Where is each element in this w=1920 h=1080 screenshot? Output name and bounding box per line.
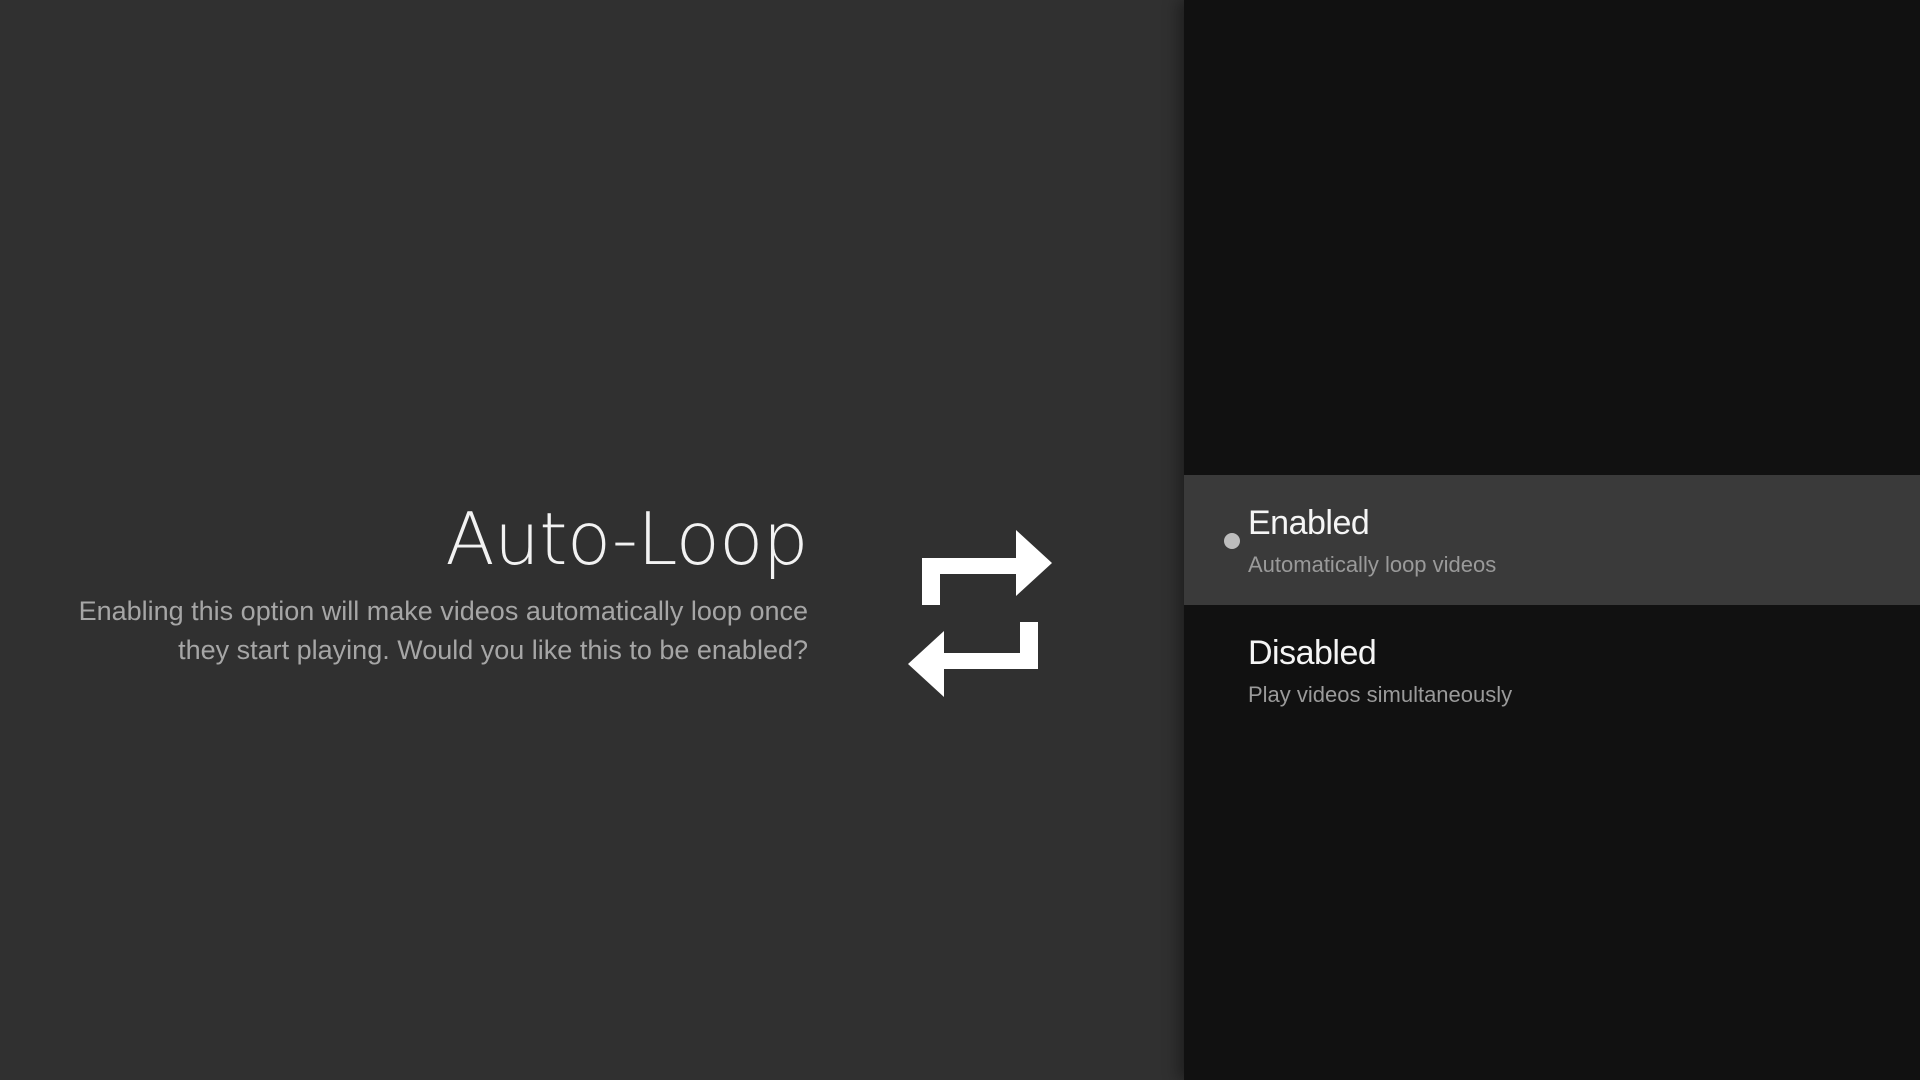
option-disabled[interactable]: Disabled Play videos simultaneously — [1184, 605, 1920, 735]
option-enabled[interactable]: Enabled Automatically loop videos — [1184, 475, 1920, 605]
option-subtitle: Play videos simultaneously — [1248, 682, 1513, 707]
info-text-block: Auto-Loop Enabling this option will make… — [48, 496, 809, 670]
info-pane: Auto-Loop Enabling this option will make… — [0, 0, 1184, 1080]
repeat-icon — [904, 530, 1056, 698]
option-subtitle: Automatically loop videos — [1248, 552, 1497, 577]
option-title: Disabled — [1248, 634, 1377, 672]
page-description: Enabling this option will make videos au… — [78, 596, 808, 665]
auto-loop-settings-screen: Auto-Loop Enabling this option will make… — [0, 0, 1920, 1080]
page-title: Auto-Loop — [445, 497, 808, 581]
options-pane: Enabled Automatically loop videos Disabl… — [1184, 0, 1920, 1080]
selected-indicator-icon — [1224, 533, 1240, 549]
option-title: Enabled — [1248, 504, 1370, 542]
